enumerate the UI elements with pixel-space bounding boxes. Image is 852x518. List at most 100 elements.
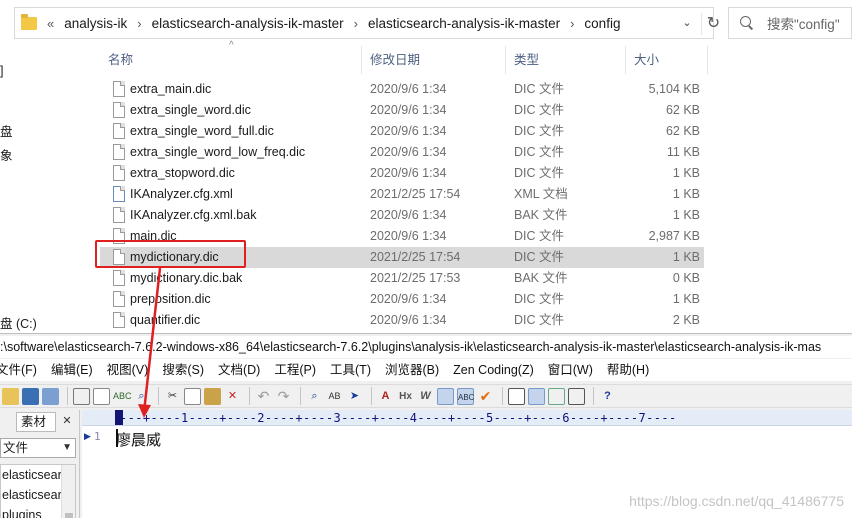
breadcrumb-prefix[interactable]: «: [47, 16, 54, 31]
line-number: 1: [94, 430, 101, 443]
show-ruler-icon[interactable]: ABC: [457, 387, 474, 405]
file-date: 2020/9/6 1:34: [370, 82, 447, 96]
file-row[interactable]: IKAnalyzer.cfg.xml.bak 2020/9/6 1:34 BAK 文…: [100, 205, 704, 226]
address-bar[interactable]: « analysis-ik › elasticsearch-analysis-i…: [14, 7, 720, 39]
sidebar-toggle-icon[interactable]: [528, 387, 545, 405]
checkmark-icon[interactable]: ✔: [477, 388, 494, 405]
file-size: 1 KB: [672, 166, 700, 180]
save-all-icon[interactable]: [42, 387, 59, 405]
column-header-name[interactable]: 名称: [100, 46, 362, 74]
chevron-down-icon[interactable]: ⌄: [679, 13, 695, 33]
file-size: 1 KB: [672, 208, 700, 222]
file-name: quantifier.dic: [130, 313, 201, 327]
replace-icon[interactable]: AB: [326, 388, 343, 405]
nav-item-drive-c[interactable]: 盘 (C:): [0, 313, 37, 332]
file-row[interactable]: extra_single_word_full.dic 2020/9/6 1:34 D…: [100, 121, 704, 142]
redo-icon[interactable]: ↷: [275, 388, 292, 405]
chevron-down-icon[interactable]: ▼: [62, 439, 72, 457]
output-window-icon[interactable]: [548, 387, 565, 405]
document-area[interactable]: ---+----1----+----2----+----3----+----4-…: [82, 410, 852, 518]
file-row[interactable]: extra_stopword.dic 2020/9/6 1:34 DIC 文件 1 K…: [100, 163, 704, 184]
search-input[interactable]: 搜索"config": [728, 7, 852, 39]
print-icon[interactable]: [73, 387, 90, 405]
breadcrumb-item[interactable]: elasticsearch-analysis-ik-master: [368, 16, 560, 31]
breadcrumb-item[interactable]: analysis-ik: [64, 16, 127, 31]
goto-icon[interactable]: ➤: [346, 388, 363, 405]
chevron-right-icon[interactable]: ›: [570, 16, 574, 31]
editor-title-path: :\software\elasticsearch-7.6.2-windows-x…: [0, 336, 852, 358]
file-name: IKAnalyzer.cfg.xml: [130, 187, 233, 201]
menu-bar: 文件(F) 编辑(E) 视图(V) 搜索(S) 文档(D) 工程(P) 工具(T…: [0, 359, 852, 381]
close-icon[interactable]: ✕: [60, 414, 74, 428]
menu-document[interactable]: 文档(D): [218, 359, 260, 381]
cut-icon[interactable]: ✂: [164, 388, 181, 405]
file-icon: [113, 123, 125, 139]
address-bar-row: « analysis-ik › elasticsearch-analysis-i…: [0, 4, 852, 40]
menu-window[interactable]: 窗口(W): [548, 359, 593, 381]
paste-icon[interactable]: [204, 387, 221, 405]
spellcheck-icon[interactable]: ABC: [113, 388, 132, 405]
save-icon[interactable]: [22, 387, 39, 405]
menu-tools[interactable]: 工具(T): [330, 359, 371, 381]
menu-project[interactable]: 工程(P): [274, 359, 316, 381]
hex-icon[interactable]: Hx: [397, 388, 414, 405]
menu-view[interactable]: 视图(V): [107, 359, 149, 381]
file-row[interactable]: extra_main.dic 2020/9/6 1:34 DIC 文件 5,104 K…: [100, 79, 704, 100]
copy-icon[interactable]: [184, 387, 201, 405]
menu-browser[interactable]: 浏览器(B): [385, 359, 439, 381]
help-icon[interactable]: ?: [599, 388, 616, 405]
vertical-scrollbar[interactable]: [61, 465, 75, 518]
file-row[interactable]: extra_single_word.dic 2020/9/6 1:34 DIC 文件…: [100, 100, 704, 121]
chevron-right-icon[interactable]: ›: [354, 16, 358, 31]
chevron-right-icon[interactable]: ›: [137, 16, 141, 31]
word-wrap-icon[interactable]: W: [417, 388, 434, 405]
font-icon[interactable]: A: [377, 388, 394, 405]
file-row[interactable]: mydictionary.dic.bak 2021/2/25 17:53 BAK 文…: [100, 268, 704, 289]
menu-search[interactable]: 搜索(S): [162, 359, 204, 381]
open-folder-icon[interactable]: [2, 387, 19, 405]
breadcrumb-item[interactable]: config: [584, 16, 620, 31]
file-name: extra_main.dic: [130, 82, 212, 96]
file-name: mydictionary.dic.bak: [130, 271, 243, 285]
nav-item[interactable]: 象: [0, 145, 13, 164]
menu-file[interactable]: 文件(F): [0, 359, 37, 381]
file-row[interactable]: extra_single_word_low_freq.dic 2020/9/6 1…: [100, 142, 704, 163]
file-row[interactable]: preposition.dic 2020/9/6 1:34 DIC 文件 1 KB: [100, 289, 704, 310]
file-date: 2020/9/6 1:34: [370, 292, 447, 306]
side-panel-tab[interactable]: 素材: [16, 412, 56, 432]
toolbar-separator: [158, 387, 159, 405]
side-panel-select[interactable]: 文件 ▼: [0, 438, 76, 458]
file-size: 62 KB: [665, 103, 700, 117]
menu-help[interactable]: 帮助(H): [607, 359, 649, 381]
menu-edit[interactable]: 编辑(E): [51, 359, 93, 381]
panel-toggle-icon[interactable]: [508, 387, 525, 405]
file-type: DIC 文件: [514, 229, 565, 243]
column-header-type[interactable]: 类型: [506, 46, 626, 74]
file-size: 2 KB: [672, 313, 700, 327]
file-explorer-window: « analysis-ik › elasticsearch-analysis-i…: [0, 0, 852, 333]
file-row[interactable]: IKAnalyzer.cfg.xml 2021/2/25 17:54 XML 文档 1…: [100, 184, 704, 205]
breadcrumb-item[interactable]: elasticsearch-analysis-ik-master: [152, 16, 344, 31]
file-type: DIC 文件: [514, 250, 565, 264]
editor-window: :\software\elasticsearch-7.6.2-windows-x…: [0, 333, 852, 518]
nav-item[interactable]: ]: [0, 64, 3, 78]
file-name: extra_single_word.dic: [130, 103, 251, 117]
file-icon: [113, 207, 125, 223]
nav-item[interactable]: 盘: [0, 121, 13, 140]
find-icon[interactable]: ⌕: [306, 388, 323, 405]
file-icon: [113, 270, 125, 286]
file-size: 1 KB: [672, 250, 700, 264]
undo-icon[interactable]: ↶: [255, 388, 272, 405]
menu-zen-coding[interactable]: Zen Coding(Z): [453, 359, 534, 381]
refresh-icon[interactable]: ↻: [701, 13, 725, 35]
file-row[interactable]: quantifier.dic 2020/9/6 1:34 DIC 文件 2 KB: [100, 310, 704, 331]
column-header-date[interactable]: 修改日期: [362, 46, 506, 74]
print-preview-icon[interactable]: [93, 387, 110, 405]
file-date: 2020/9/6 1:34: [370, 103, 447, 117]
show-line-numbers-icon[interactable]: [437, 387, 454, 405]
delete-icon[interactable]: ✕: [224, 388, 241, 405]
document-line[interactable]: 廖晨威: [116, 429, 161, 450]
fullscreen-icon[interactable]: [568, 387, 585, 405]
column-header-size[interactable]: 大小: [626, 46, 708, 74]
find-in-files-icon[interactable]: ⌕: [133, 388, 150, 405]
